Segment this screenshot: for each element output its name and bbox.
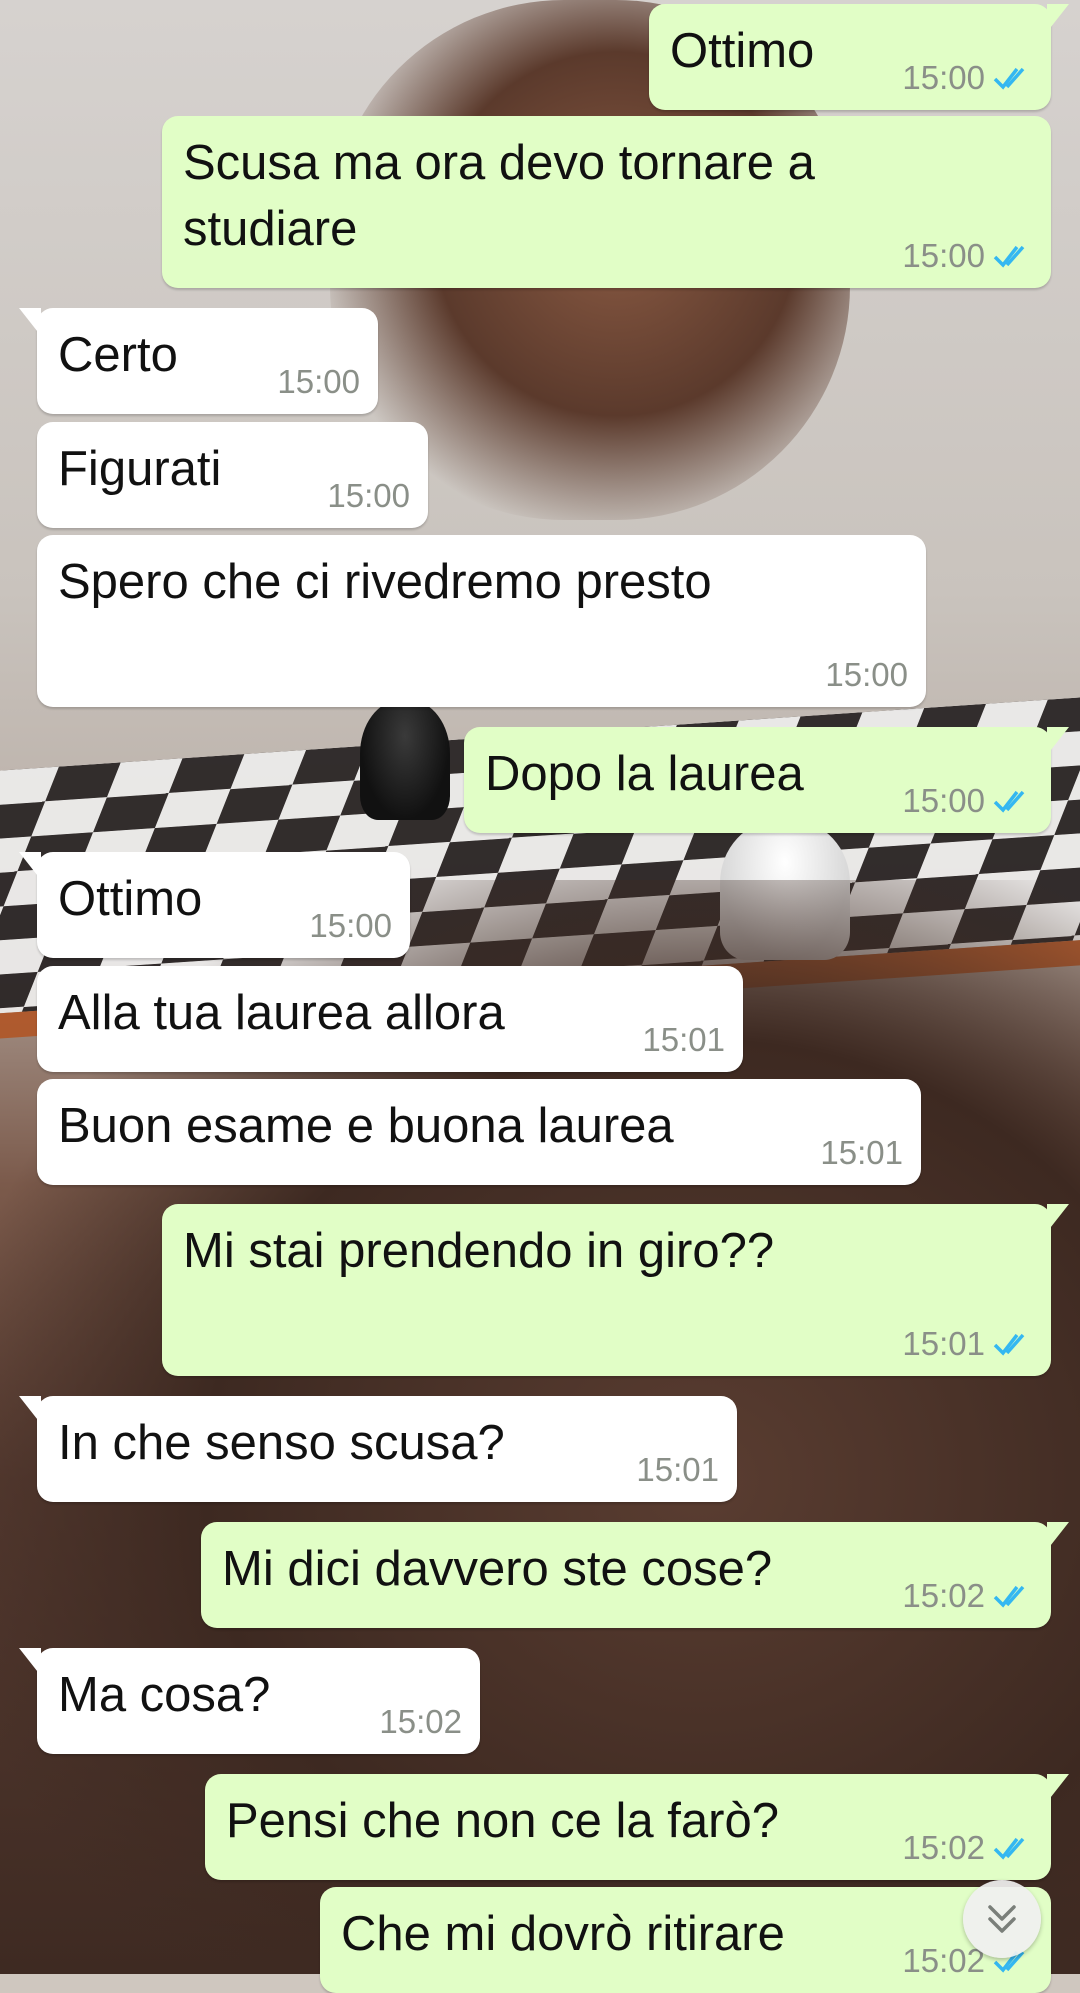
message-meta: 15:00 <box>327 478 410 514</box>
incoming-message[interactable]: Spero che ci rivedremo presto 15:00 <box>37 535 926 707</box>
incoming-message[interactable]: Ma cosa? 15:02 <box>19 1648 480 1754</box>
message-text: Che mi dovrò ritirare <box>341 1907 785 1961</box>
message-text: Mi stai prendendo in giro?? <box>183 1224 775 1278</box>
message-time: 15:00 <box>902 59 985 96</box>
message-meta: 15:01 <box>902 1326 1033 1362</box>
outgoing-message[interactable]: Pensi che non ce la farò? 15:02 <box>205 1774 1069 1880</box>
message-time: 15:01 <box>902 1325 985 1362</box>
message-time: 15:02 <box>902 1829 985 1866</box>
message-time: 15:00 <box>902 237 985 274</box>
outgoing-message[interactable]: Dopo la laurea 15:00 <box>464 727 1069 833</box>
incoming-message[interactable]: Ottimo 15:00 <box>19 852 410 958</box>
message-text: Buon esame e buona laurea <box>58 1099 674 1153</box>
message-meta: 15:00 <box>825 657 908 693</box>
message-text: Mi dici davvero ste cose? <box>222 1542 773 1596</box>
message-text: Ma cosa? <box>58 1668 271 1722</box>
message-meta: 15:01 <box>636 1452 719 1488</box>
message-time: 15:00 <box>902 782 985 819</box>
scroll-to-bottom-button[interactable] <box>963 1880 1041 1958</box>
outgoing-message[interactable]: Mi stai prendendo in giro?? 15:01 <box>162 1204 1069 1376</box>
message-time: 15:01 <box>642 1021 725 1058</box>
outgoing-message[interactable]: Scusa ma ora devo tornare a studiare 15:… <box>162 116 1051 288</box>
double-check-icon <box>993 245 1025 268</box>
message-meta: 15:01 <box>642 1022 725 1058</box>
message-meta: 15:01 <box>820 1135 903 1171</box>
message-text: Ottimo <box>670 24 815 78</box>
message-time: 15:00 <box>327 477 410 514</box>
message-text: Alla tua laurea allora <box>58 986 505 1040</box>
message-time: 15:01 <box>820 1134 903 1171</box>
message-meta: 15:02 <box>902 1830 1033 1866</box>
message-time: 15:00 <box>309 907 392 944</box>
message-text: Dopo la laurea <box>485 747 804 801</box>
incoming-message[interactable]: Buon esame e buona laurea 15:01 <box>37 1079 921 1185</box>
message-meta: 15:00 <box>902 783 1033 819</box>
incoming-message[interactable]: Figurati 15:00 <box>37 422 428 528</box>
message-meta: 15:02 <box>902 1578 1033 1614</box>
message-text: Scusa ma ora devo tornare a studiare <box>183 136 815 256</box>
message-text: Pensi che non ce la farò? <box>226 1794 779 1848</box>
double-check-icon <box>993 790 1025 813</box>
message-meta: 15:02 <box>379 1704 462 1740</box>
incoming-message[interactable]: In che senso scusa? 15:01 <box>19 1396 737 1502</box>
message-text: In che senso scusa? <box>58 1416 505 1470</box>
double-check-icon <box>993 1837 1025 1860</box>
message-text: Certo <box>58 328 178 382</box>
message-meta: 15:00 <box>902 238 1033 274</box>
message-text: Spero che ci rivedremo presto <box>58 555 712 609</box>
message-time: 15:02 <box>379 1703 462 1740</box>
message-time: 15:01 <box>636 1451 719 1488</box>
message-text: Ottimo <box>58 872 203 926</box>
double-check-icon <box>993 67 1025 90</box>
outgoing-message[interactable]: Mi dici davvero ste cose? 15:02 <box>201 1522 1069 1628</box>
message-meta: 15:00 <box>277 364 360 400</box>
message-list[interactable]: Ottimo 15:00 Scusa ma ora devo tornare a… <box>0 0 1080 1993</box>
double-chevron-down-icon <box>988 1905 1016 1933</box>
message-time: 15:02 <box>902 1577 985 1614</box>
message-text: Figurati <box>58 442 222 496</box>
message-meta: 15:00 <box>902 60 1033 96</box>
message-time: 15:00 <box>825 656 908 693</box>
incoming-message[interactable]: Certo 15:00 <box>19 308 378 414</box>
outgoing-message[interactable]: Che mi dovrò ritirare 15:02 <box>320 1887 1051 1993</box>
message-meta: 15:00 <box>309 908 392 944</box>
double-check-icon <box>993 1585 1025 1608</box>
outgoing-message[interactable]: Ottimo 15:00 <box>649 4 1069 110</box>
message-time: 15:00 <box>277 363 360 400</box>
double-check-icon <box>993 1333 1025 1356</box>
incoming-message[interactable]: Alla tua laurea allora 15:01 <box>37 966 743 1072</box>
